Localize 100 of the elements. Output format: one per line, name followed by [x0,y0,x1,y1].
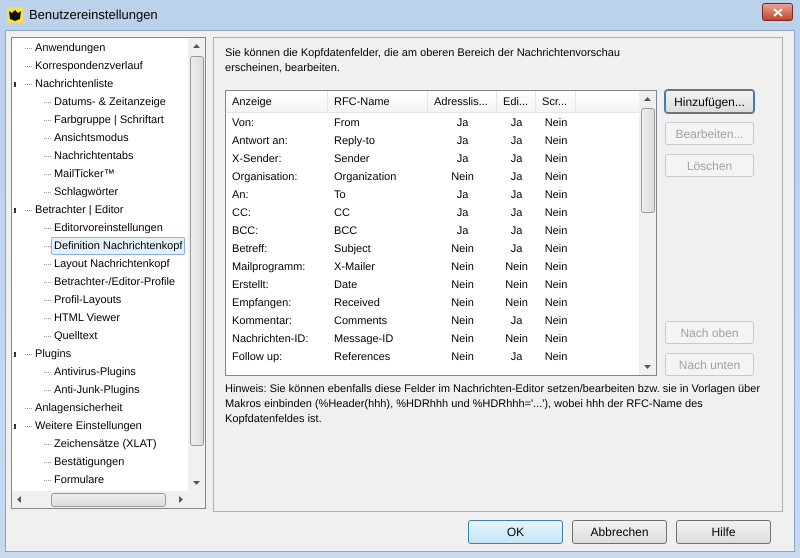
table-cell-text: Nein [544,332,568,347]
tree-item[interactable]: Quelltext [51,327,100,345]
tree-item[interactable]: Anlagensicherheit [32,399,126,417]
table-cell-text: Antwort an: [232,134,288,149]
table-cell-text: X-Sender: [232,152,282,167]
table-cell-text: Mailprogramm: [232,260,306,275]
table-cell-text: Ja [510,170,522,185]
horizontal-scrollbar[interactable] [12,491,205,508]
table-cell-text: CC [334,206,350,221]
column-header[interactable]: Adresslis... [428,91,497,112]
table-cell-text: Kommentar: [232,314,292,329]
tree-item[interactable]: Anwendungen [32,39,108,57]
table-cell-text: Nein [451,170,474,185]
scroll-down-icon[interactable] [644,363,651,370]
tree-item[interactable]: Editorvoreinstellungen [51,219,166,237]
table-cell-text: Nein [451,296,474,311]
tree-item[interactable]: Farbgruppe | Schriftart [51,111,167,129]
table-cell-text: Nein [544,134,568,149]
table-cell-text: Betreff: [232,242,268,257]
tree-item[interactable]: Profil-Layouts [51,291,124,309]
table-cell-text: Ja [510,350,522,365]
table-cell-text: Nein [451,260,474,275]
scroll-up-icon[interactable] [644,96,651,103]
table-cell-text: Received [334,296,380,311]
tree-item[interactable]: Definition Nachrichtenkopf [51,237,186,255]
intro-text: Sie können die Kopfdatenfelder, die am oberen Bereich der Nachrichtenvorschau erscheinen, bearbeiten. [225,46,622,76]
table-cell-text: BCC: [232,224,258,239]
tree-item[interactable]: MailTicker™ [51,165,118,183]
column-header[interactable]: RFC-Name [328,91,428,112]
column-header[interactable]: Edi... [497,91,536,112]
close-icon [772,8,782,16]
tree-item[interactable]: Layout Nachrichtenkopf [51,255,173,273]
tree-item[interactable]: Bestätigungen [51,453,128,471]
tree-item[interactable]: Korrespondenzverlauf [32,57,146,75]
table-cell-text: Ja [456,152,468,167]
table-cell-text: Subject [334,242,371,257]
table-cell-text: Ja [510,134,522,149]
table-cell-text: Ja [510,206,522,221]
table-cell-text: Ja [456,134,468,149]
table-cell-text: To [334,188,346,203]
table-cell-text: Empfangen: [232,296,292,311]
scroll-right-icon[interactable] [177,496,184,503]
table-cell-text: BCC [334,224,358,239]
table-cell-text: Message-ID [334,332,394,347]
table-cell-text: Nein [544,188,568,203]
table-cell-text: Organization [334,170,396,185]
table-cell-text: Nein [505,260,528,275]
scroll-left-icon[interactable] [16,496,23,503]
tree-item[interactable]: Nachrichtenliste [32,75,116,93]
column-header[interactable]: Anzeige [226,91,328,112]
table-cell-text: Date [334,278,358,293]
tree-item[interactable]: Weitere Einstellungen [32,417,145,435]
dialog-button[interactable]: Abbrechen [572,520,667,544]
table-cell-text: Nein [451,242,474,257]
scroll-up-icon[interactable] [193,43,200,50]
table-cell-text: Reply-to [334,134,375,149]
table-cell-text: Nein [544,152,568,167]
tree-item[interactable]: Antivirus-Plugins [51,363,139,381]
vertical-scrollbar[interactable] [639,91,656,375]
tree-item[interactable]: Anti-Junk-Plugins [51,381,143,399]
table-cell-text: Ja [456,224,468,239]
tree-item[interactable]: Betrachter | Editor [32,201,126,219]
table-cell-text: Erstellt: [232,278,269,293]
table-cell-text: Nein [451,314,474,329]
table-cell-text: X-Mailer [334,260,375,275]
table-cell-text: Nein [544,278,568,293]
tree-item[interactable]: Nachrichtentabs [51,147,136,165]
tree-item[interactable]: Datums- & Zeitanzeige [51,93,169,111]
table-cell-text: Nein [451,332,474,347]
dialog-button[interactable]: OK [468,520,563,544]
table-cell-text: Nein [544,170,568,185]
table-cell-text: Nein [544,350,568,365]
tree-item[interactable]: HTML Viewer [51,309,124,327]
table-cell-text: Nein [505,296,528,311]
table-cell-text: Nein [544,242,568,257]
tree-item[interactable]: Schlagwörter [51,183,122,201]
table-cell-text: Nein [544,260,568,275]
column-header[interactable]: Scr... [536,91,576,112]
hint-text: Hinweis: Sie können ebenfalls diese Felder im Nachrichten-Editor setzen/bearbeiten bzw. sie in Vorlagen über Makros einbinden (%Header(hhh), %HDRhhh und %HDRhhh='...'), wobei hhh der RFC-Name des Kopfdatenfeldes ist. [225,382,762,427]
table-cell-text: Ja [510,314,522,329]
table-cell-text: Nein [544,116,568,131]
tree-item[interactable]: Plugins [32,345,74,363]
table-cell-text: Ja [510,152,522,167]
table-cell-text: An: [232,188,249,203]
dialog-button[interactable]: Hilfe [676,520,771,544]
app-logo-icon [7,7,23,23]
tree-item[interactable]: Betrachter-/Editor-Profile [51,273,178,291]
table-cell-text: Nachrichten-ID: [232,332,308,347]
tree-item[interactable]: Ansichtsmodus [51,129,132,147]
close-button[interactable] [762,3,793,21]
action-button[interactable]: Hinzufügen... [665,90,754,113]
tree-item[interactable]: Formulare [51,471,108,489]
table-cell-text: Ja [510,116,522,131]
table-cell-text: Nein [451,350,474,365]
table-cell-text: Nein [544,206,568,221]
tree-item[interactable]: Zeichensätze (XLAT) [51,435,160,453]
table-cell-text: Nein [544,314,568,329]
table-cell-text: Ja [456,116,468,131]
vertical-scrollbar[interactable] [188,38,205,491]
scroll-down-icon[interactable] [193,479,200,486]
